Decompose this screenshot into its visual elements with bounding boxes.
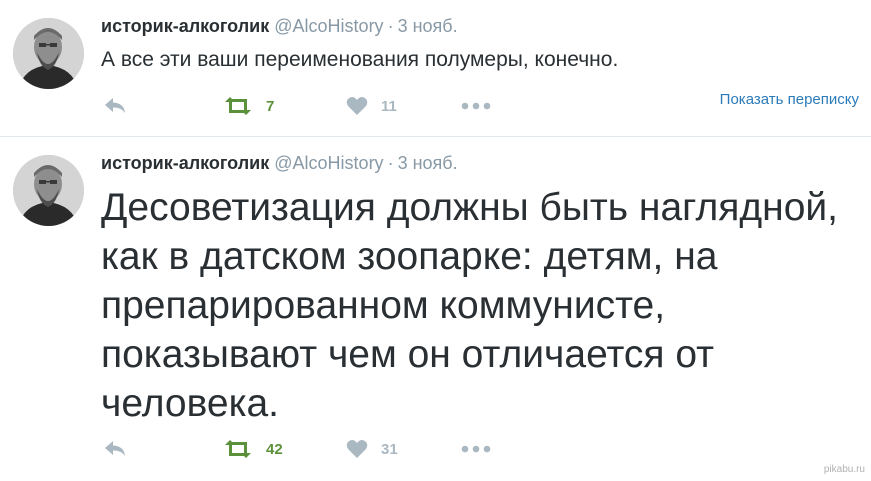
reply-icon xyxy=(103,96,127,116)
author-name[interactable]: историк-алкоголик xyxy=(101,16,269,36)
tweet-text-line: показывают чем он отличается от xyxy=(101,333,715,376)
more-button[interactable] xyxy=(461,91,491,121)
more-icon xyxy=(461,96,491,116)
tweet-text-line: Десоветизация должны быть наглядной, xyxy=(101,186,839,229)
tweet-text-line: препарированном коммунисте, xyxy=(101,284,666,327)
more-icon xyxy=(461,439,491,459)
reply-button[interactable] xyxy=(103,91,127,121)
author-handle[interactable]: @AlcoHistory xyxy=(274,16,383,36)
avatar[interactable] xyxy=(13,155,84,226)
reply-button[interactable] xyxy=(103,434,127,464)
heart-icon xyxy=(346,439,368,459)
timestamp[interactable]: 3 нояб. xyxy=(398,153,458,173)
more-button[interactable] xyxy=(461,434,491,464)
tweet-header: историк-алкоголик @AlcoHistory · 3 нояб. xyxy=(101,15,458,37)
tweet-text-line: как в датском зоопарке: детям, на xyxy=(101,235,718,278)
tweet[interactable]: историк-алкоголик @AlcoHistory · 3 нояб. А… xyxy=(0,0,871,136)
show-conversation-link[interactable]: Показать переписку xyxy=(720,91,859,108)
reply-icon xyxy=(103,439,127,459)
tweet-text: Десоветизация должны быть наглядной, как… xyxy=(101,183,861,428)
tweet[interactable]: историк-алкоголик @AlcoHistory · 3 нояб. Д… xyxy=(0,137,871,481)
like-button[interactable]: 11 xyxy=(346,91,397,121)
timestamp[interactable]: 3 нояб. xyxy=(398,16,458,36)
separator: · xyxy=(387,153,394,173)
separator: · xyxy=(387,16,394,36)
retweet-count: 42 xyxy=(266,440,283,458)
heart-icon xyxy=(346,96,368,116)
retweet-icon xyxy=(223,439,253,459)
watermark: pikabu.ru xyxy=(823,464,865,475)
retweet-button[interactable]: 42 xyxy=(223,434,283,464)
tweet-header: историк-алкоголик @AlcoHistory · 3 нояб. xyxy=(101,152,458,174)
like-count: 31 xyxy=(381,440,398,458)
tweet-actions: 7 11 Показать переписку xyxy=(0,91,871,121)
retweet-count: 7 xyxy=(266,97,275,115)
retweet-button[interactable]: 7 xyxy=(223,91,274,121)
like-button[interactable]: 31 xyxy=(346,434,398,464)
tweet-text-line: человека. xyxy=(101,382,280,425)
tweet-text: А все эти ваши переименования полумеры, … xyxy=(101,48,619,71)
tweet-actions: 42 31 xyxy=(0,434,871,464)
avatar[interactable] xyxy=(13,18,84,89)
author-name[interactable]: историк-алкоголик xyxy=(101,153,269,173)
retweet-icon xyxy=(223,96,253,116)
like-count: 11 xyxy=(381,97,397,115)
author-handle[interactable]: @AlcoHistory xyxy=(274,153,383,173)
